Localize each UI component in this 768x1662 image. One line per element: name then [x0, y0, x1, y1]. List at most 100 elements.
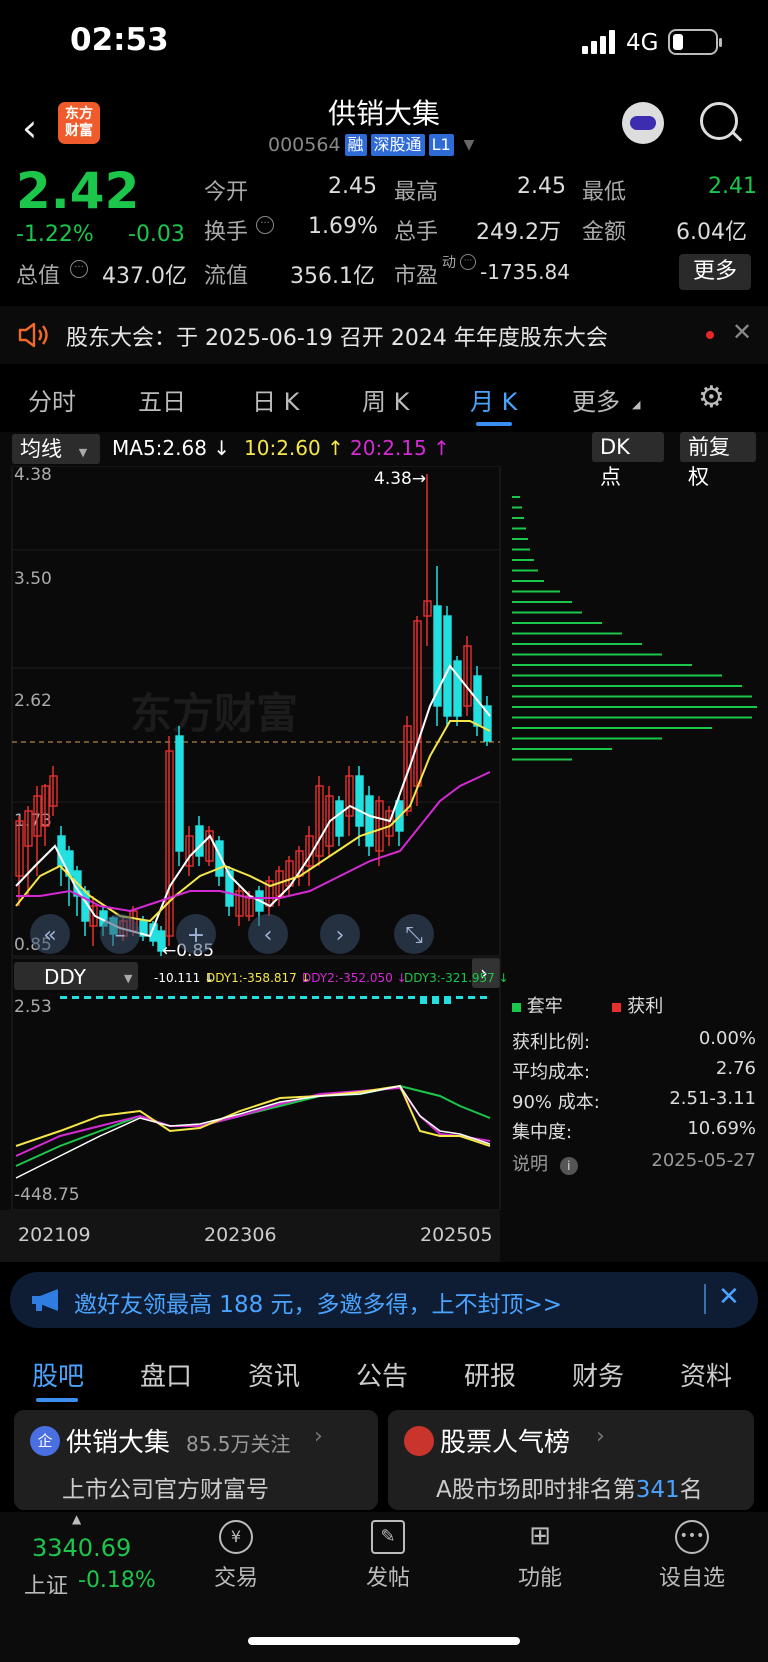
ddy-bar [288, 996, 295, 999]
trade-button[interactable]: ¥ 交易 [186, 1520, 286, 1592]
dk-point-button[interactable]: DK 点 [592, 432, 664, 489]
post-button[interactable]: ✎ 发帖 [338, 1520, 438, 1592]
chevron-right-icon: › [596, 1424, 605, 1449]
amount-label: 金额 [582, 220, 627, 245]
x-axis: 202109 202306 202505 [0, 1210, 500, 1262]
tab-intraday[interactable]: 分时 [28, 382, 76, 417]
tab-five-day[interactable]: 五日 [138, 382, 186, 417]
chart-nav-icon: – [115, 923, 126, 948]
clock: 02:53 [70, 22, 169, 58]
adjust-button[interactable]: 前复权 [680, 432, 756, 489]
notice-bar[interactable]: 股东大会：于 2025-06-19 召开 2024 年年度股东大会 ✕ [0, 306, 768, 364]
tab-weekly-k[interactable]: 周 K [362, 382, 409, 417]
ddy-bar [72, 996, 79, 999]
index-value[interactable]: 3340.69 [32, 1534, 131, 1562]
chart-nav-icon: + [187, 923, 205, 948]
official-account-card[interactable]: 企 供销大集 85.5万关注 › 上市公司官方财富号 [14, 1410, 378, 1510]
card-title: 供销大集 [66, 1428, 171, 1458]
banner-text: 邀好友领最高 188 元，多邀多得，上不封顶>> [74, 1292, 563, 1318]
ma20-value: 20:2.15 ↑ [350, 436, 450, 460]
function-button[interactable]: ⊞ 功能 [490, 1520, 590, 1592]
ddy-bar [456, 996, 463, 999]
turnover-value: 1.69% [308, 214, 378, 239]
tab-daily-k[interactable]: 日 K [252, 382, 299, 417]
settings-gear-icon[interactable]: ⚙ [698, 380, 725, 415]
chip-bar [512, 506, 522, 509]
ddy-bar [180, 996, 187, 999]
chip-bar [512, 706, 757, 708]
float-value: 356.1亿 [290, 264, 375, 289]
chip-bar [512, 548, 530, 551]
signal-icon [582, 30, 620, 54]
info-icon: i [559, 1157, 578, 1175]
ddy2-line [15, 1086, 491, 1157]
search-icon[interactable] [700, 102, 738, 140]
add-watchlist-button[interactable]: ••• 设自选 [642, 1520, 742, 1592]
close-icon[interactable]: ✕ [732, 318, 752, 346]
concentration-value: 10.69% [687, 1118, 756, 1139]
cost90-value: 2.51-3.11 [669, 1088, 756, 1109]
info-tabs: 股吧 盘口 资讯 公告 研报 财务 资料 [0, 1338, 768, 1408]
tab-orderbook[interactable]: 盘口 [140, 1356, 192, 1393]
invite-banner[interactable]: 邀好友领最高 188 元，多邀多得，上不封顶>> ✕ [10, 1272, 758, 1328]
profit-label: 获利 [627, 996, 664, 1017]
tab-guba[interactable]: 股吧 [32, 1356, 84, 1393]
price-axis-label: 3.50 [14, 569, 52, 589]
amount-value: 6.04亿 [676, 220, 747, 245]
volume-label: 总手 [394, 220, 439, 245]
ddy-bar [372, 996, 379, 999]
x-label-start: 202109 [18, 1224, 91, 1246]
chip-bar [512, 580, 544, 582]
kline-svg[interactable]: 东方财富4.383.502.621.730.854.38→←0.85«–+‹›⤡… [0, 466, 768, 1210]
rank-text: A股市场即时排名第341名 [436, 1477, 703, 1503]
tab-research[interactable]: 研报 [464, 1356, 516, 1393]
more-button[interactable]: 更多 [679, 254, 751, 290]
cost90-label: 90% 成本: [512, 1092, 600, 1113]
note-label: 说明 [512, 1154, 548, 1175]
tab-news[interactable]: 资讯 [248, 1356, 300, 1393]
chip-bar [512, 590, 560, 593]
total-value: 437.0亿 [102, 264, 187, 289]
note-link[interactable]: 说明 i [512, 1150, 578, 1176]
chip-bar [512, 538, 528, 540]
ddy-bar [432, 996, 439, 1004]
ma5-value: MA5:2.68 ↓ [112, 436, 231, 460]
candle-body [453, 660, 462, 717]
chip-bar [512, 748, 612, 750]
info-icon[interactable]: ··· [460, 254, 476, 270]
tab-announcements[interactable]: 公告 [356, 1356, 408, 1393]
follower-count: 85.5万关注 [186, 1432, 291, 1456]
profit-ratio-label: 获利比例: [512, 1032, 591, 1053]
concentration-label: 集中度: [512, 1122, 573, 1143]
chip-bar [512, 569, 538, 572]
company-badge-icon: 企 [30, 1426, 60, 1456]
last-price: 2.42 [16, 162, 140, 220]
tab-monthly-k[interactable]: 月 K [470, 382, 517, 417]
popularity-card[interactable]: 股票人气榜 › A股市场即时排名第341名 [388, 1410, 754, 1510]
chip-bar [512, 622, 602, 624]
close-icon[interactable]: ✕ [718, 1282, 740, 1312]
watermark-text: 东方财富 [130, 689, 298, 738]
ddy-bar [96, 996, 103, 999]
chip-bar [512, 716, 752, 719]
notice-text: 股东大会：于 2025-06-19 召开 2024 年年度股东大会 [66, 326, 608, 351]
ddy-bar [468, 996, 475, 999]
stock-code-line[interactable]: 000564 融 深股通 L1 ▼ [268, 134, 474, 156]
robot-assistant-icon[interactable] [622, 102, 664, 144]
tab-more[interactable]: 更多 [572, 382, 620, 417]
trapped-label: 套牢 [526, 996, 563, 1017]
chart-nav-icon: › [336, 923, 345, 948]
index-name: 上证 [24, 1574, 69, 1599]
yen-icon: ¥ [219, 1520, 253, 1554]
ddy-bar [228, 996, 235, 999]
chart-badge-icon [404, 1426, 434, 1456]
unread-dot [706, 331, 714, 339]
indicator-select[interactable]: 均线 ▼ [12, 434, 100, 464]
info-icon[interactable]: ··· [256, 216, 274, 234]
tab-profile[interactable]: 资料 [680, 1356, 732, 1393]
tab-finance[interactable]: 财务 [572, 1356, 624, 1393]
rank-value: 341 [635, 1477, 680, 1503]
ddy3-line [15, 1084, 491, 1167]
add-watchlist-label: 设自选 [658, 1566, 725, 1591]
info-icon[interactable]: ··· [70, 260, 88, 278]
